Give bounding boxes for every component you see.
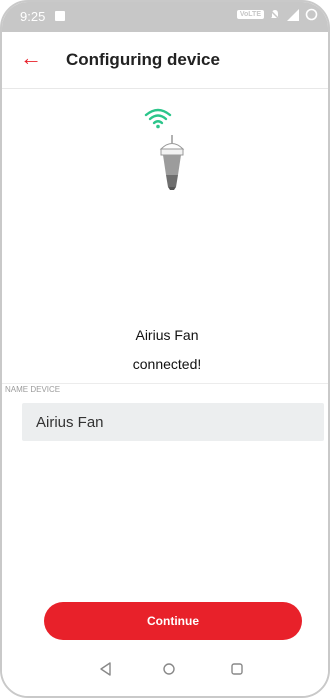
section-divider (2, 383, 328, 384)
system-nav-bar (2, 662, 328, 696)
phone-frame: 9:25 VoLTE ← Configuring device Airius F… (0, 0, 330, 698)
app-bar: ← Configuring device (2, 32, 328, 89)
square-recents-icon[interactable] (230, 662, 244, 676)
page-title: Configuring device (66, 50, 220, 69)
continue-button[interactable]: Continue (44, 602, 302, 640)
status-time: 9:25 (20, 9, 46, 24)
status-bar: 9:25 VoLTE (2, 2, 328, 32)
device-status: connected! (132, 356, 202, 372)
name-device-label: NAME DEVICE (5, 385, 61, 394)
device-name-input[interactable] (22, 403, 324, 441)
volte-icon: VoLTE (236, 10, 264, 19)
signal-icon (287, 8, 299, 21)
fan-device-icon (159, 135, 185, 190)
device-name: Airius Fan (135, 327, 199, 343)
mute-icon (269, 8, 281, 21)
circle-home-icon[interactable] (162, 662, 176, 676)
status-icons: VoLTE (236, 8, 318, 21)
image-icon (55, 11, 65, 21)
battery-ring-icon (305, 8, 318, 21)
wifi-icon (144, 108, 172, 129)
arrow-left-icon[interactable]: ← (20, 45, 42, 71)
triangle-back-icon[interactable] (98, 662, 114, 676)
